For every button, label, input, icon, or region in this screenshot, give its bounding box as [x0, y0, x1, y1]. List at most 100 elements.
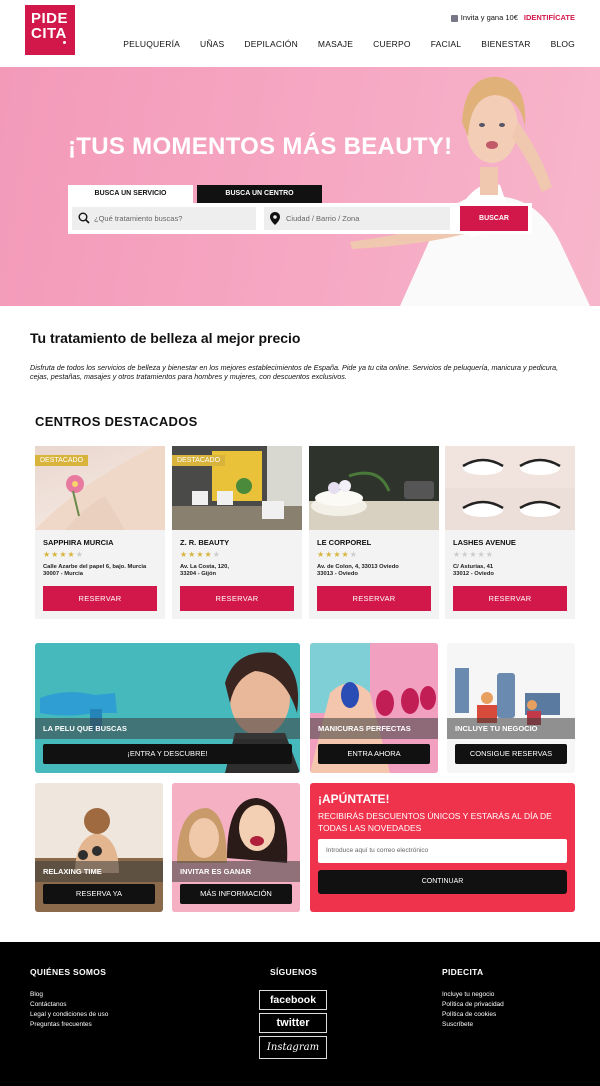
nav-masaje[interactable]: MASAJE	[318, 39, 353, 49]
promo-invite-button[interactable]: MÁS INFORMACIÓN	[180, 884, 292, 904]
nav-peluqueria[interactable]: PELUQUERÍA	[123, 39, 180, 49]
location-search-input[interactable]: Ciudad / Barrio / Zona	[264, 207, 450, 230]
nav-depilacion[interactable]: DEPILACIÓN	[244, 39, 298, 49]
site-footer: QUIÉNES SOMOS Blog Contáctanos Legal y c…	[0, 942, 600, 1086]
newsletter-title: ¡APÚNTATE!	[318, 792, 390, 806]
promo-hair-tile[interactable]: LA PELU QUE BUSCAS ¡ENTRA Y DESCUBRE!	[35, 643, 300, 773]
newsletter-text: RECIBIRÁS DESCUENTOS ÚNICOS Y ESTARÁS AL…	[318, 811, 552, 833]
hero-banner: ¡TUS MOMENTOS MÁS BEAUTY! BUSCA UN SERVI…	[0, 67, 600, 306]
footer-link-subscribe[interactable]: Suscríbete	[442, 1020, 504, 1030]
logo-dot	[63, 41, 66, 44]
center-name: SAPPHIRA MURCIA	[43, 538, 114, 547]
search-box: ¿Qué tratamiento buscas? Ciudad / Barrio…	[68, 203, 532, 234]
center-image	[445, 446, 575, 530]
footer-link-legal[interactable]: Legal y condiciones de uso	[30, 1010, 108, 1020]
featured-badge: DESTACADO	[35, 455, 89, 466]
promo-business-tile[interactable]: INCLUYE TU NEGOCIO CONSIGUE RESERVAS	[447, 643, 575, 773]
promo-hair-button[interactable]: ¡ENTRA Y DESCUBRE!	[43, 744, 292, 764]
twitter-icon[interactable]: twitter	[259, 1013, 327, 1033]
center-image: DESTACADO	[172, 446, 302, 530]
invite-label: Invita y gana 10€	[460, 13, 518, 22]
intro-text: Disfruta de todos los servicios de belle…	[30, 363, 559, 381]
nav-cuerpo[interactable]: CUERPO	[373, 39, 411, 49]
footer-link-contact[interactable]: Contáctanos	[30, 1000, 108, 1010]
newsletter-continue-button[interactable]: CONTINUAR	[318, 870, 567, 894]
logo-line2: CITA	[31, 25, 67, 42]
newsletter-email-input[interactable]: Introduce aquí tu correo electrónico	[318, 839, 567, 863]
promo-relax-label: RELAXING TIME	[35, 861, 163, 882]
center-address: C/ Asturias, 41 33012 - Oviedo	[453, 564, 494, 577]
nav-bienestar[interactable]: BIENESTAR	[481, 39, 530, 49]
service-placeholder: ¿Qué tratamiento buscas?	[94, 214, 183, 223]
reserve-button[interactable]: RESERVAR	[453, 586, 567, 611]
facebook-icon[interactable]: facebook	[259, 990, 327, 1010]
center-card[interactable]: DESTACADO Z. R. BEAUTY ★★★★★ Av. La Cost…	[172, 446, 302, 619]
footer-link-faq[interactable]: Preguntas frecuentes	[30, 1020, 108, 1030]
featured-centers-title: CENTROS DESTACADOS	[35, 414, 198, 429]
gift-icon	[450, 14, 458, 22]
featured-badge: DESTACADO	[172, 455, 226, 466]
footer-social-title: SÍGUENOS	[270, 967, 318, 977]
location-pin-icon	[270, 212, 280, 225]
site-header: PIDE CITA Invita y gana 10€ IDENTIFÍCATE…	[0, 0, 600, 67]
logo-line1: PIDE	[31, 10, 69, 27]
center-address: Calle Azarbe del papel 6, bajo. Murcia 30…	[43, 564, 147, 577]
tab-search-service[interactable]: BUSCA UN SERVICIO	[68, 185, 193, 203]
center-image	[309, 446, 439, 530]
promo-business-button[interactable]: CONSIGUE RESERVAS	[455, 744, 567, 764]
spa-photo	[309, 446, 439, 530]
nav-facial[interactable]: FACIAL	[431, 39, 462, 49]
promo-nails-button[interactable]: ENTRA AHORA	[318, 744, 430, 764]
promo-relax-button[interactable]: RESERVA YA	[43, 884, 155, 904]
service-search-input[interactable]: ¿Qué tratamiento buscas?	[72, 207, 256, 230]
promo-nails-label: MANICURAS PERFECTAS	[310, 718, 438, 739]
rating-stars: ★★★★★	[180, 550, 221, 559]
promo-relax-tile[interactable]: RELAXING TIME RESERVA YA	[35, 783, 163, 912]
footer-about-title: QUIÉNES SOMOS	[30, 967, 107, 977]
main-nav: PELUQUERÍA UÑAS DEPILACIÓN MASAJE CUERPO…	[103, 39, 575, 49]
promo-invite-tile[interactable]: INVITAR ES GANAR MÁS INFORMACIÓN	[172, 783, 300, 912]
center-name: Z. R. BEAUTY	[180, 538, 230, 547]
footer-link-cookies[interactable]: Política de cookies	[442, 1010, 504, 1020]
login-link[interactable]: IDENTIFÍCATE	[524, 13, 575, 22]
rating-stars: ★★★★★	[43, 550, 84, 559]
location-placeholder: Ciudad / Barrio / Zona	[286, 214, 360, 223]
footer-about-links: Blog Contáctanos Legal y condiciones de …	[30, 990, 108, 1030]
center-image: DESTACADO	[35, 446, 165, 530]
footer-brand-title: PIDECITA	[442, 967, 484, 977]
top-bar: Invita y gana 10€ IDENTIFÍCATE	[450, 13, 575, 22]
center-card[interactable]: DESTACADO SAPPHIRA MURCIA ★★★★★ Calle Az…	[35, 446, 165, 619]
hero-woman-image	[350, 76, 590, 306]
newsletter-box: ¡APÚNTATE! RECIBIRÁS DESCUENTOS ÚNICOS Y…	[310, 783, 575, 912]
nav-blog[interactable]: BLOG	[551, 39, 575, 49]
hero-title: ¡TUS MOMENTOS MÁS BEAUTY!	[68, 133, 453, 160]
search-icon	[78, 212, 90, 224]
footer-brand-links: Incluye tu negocio Política de privacida…	[442, 990, 504, 1030]
tab-search-center[interactable]: BUSCA UN CENTRO	[197, 185, 322, 203]
invite-link[interactable]: Invita y gana 10€	[450, 13, 518, 22]
center-card[interactable]: LE CORPOREL ★★★★★ Av. de Colon, 4, 33013…	[309, 446, 439, 619]
instagram-icon[interactable]: Instagram	[259, 1036, 327, 1059]
promo-hair-label: LA PELU QUE BUSCAS	[35, 718, 300, 739]
center-card[interactable]: LASHES AVENUE ★★★★★ C/ Asturias, 41 33012…	[445, 446, 575, 619]
intro-title: Tu tratamiento de belleza al mejor preci…	[30, 330, 301, 346]
center-address: Av. La Costa, 120, 33204 - Gijón	[180, 564, 229, 577]
promo-business-label: INCLUYE TU NEGOCIO	[447, 718, 575, 739]
center-name: LE CORPOREL	[317, 538, 372, 547]
footer-link-blog[interactable]: Blog	[30, 990, 108, 1000]
rating-stars: ★★★★★	[453, 550, 494, 559]
search-button[interactable]: BUSCAR	[460, 206, 528, 231]
nav-unas[interactable]: UÑAS	[200, 39, 224, 49]
footer-link-privacy[interactable]: Política de privacidad	[442, 1000, 504, 1010]
reserve-button[interactable]: RESERVAR	[180, 586, 294, 611]
lashes-photo	[445, 446, 575, 530]
rating-stars: ★★★★★	[317, 550, 358, 559]
promo-invite-label: INVITAR ES GANAR	[172, 861, 300, 882]
pidecita-logo[interactable]: PIDE CITA	[25, 5, 75, 55]
search-tabs: BUSCA UN SERVICIO BUSCA UN CENTRO	[68, 185, 322, 203]
reserve-button[interactable]: RESERVAR	[43, 586, 157, 611]
reserve-button[interactable]: RESERVAR	[317, 586, 431, 611]
promo-nails-tile[interactable]: MANICURAS PERFECTAS ENTRA AHORA	[310, 643, 438, 773]
footer-link-add-business[interactable]: Incluye tu negocio	[442, 990, 504, 1000]
center-name: LASHES AVENUE	[453, 538, 516, 547]
